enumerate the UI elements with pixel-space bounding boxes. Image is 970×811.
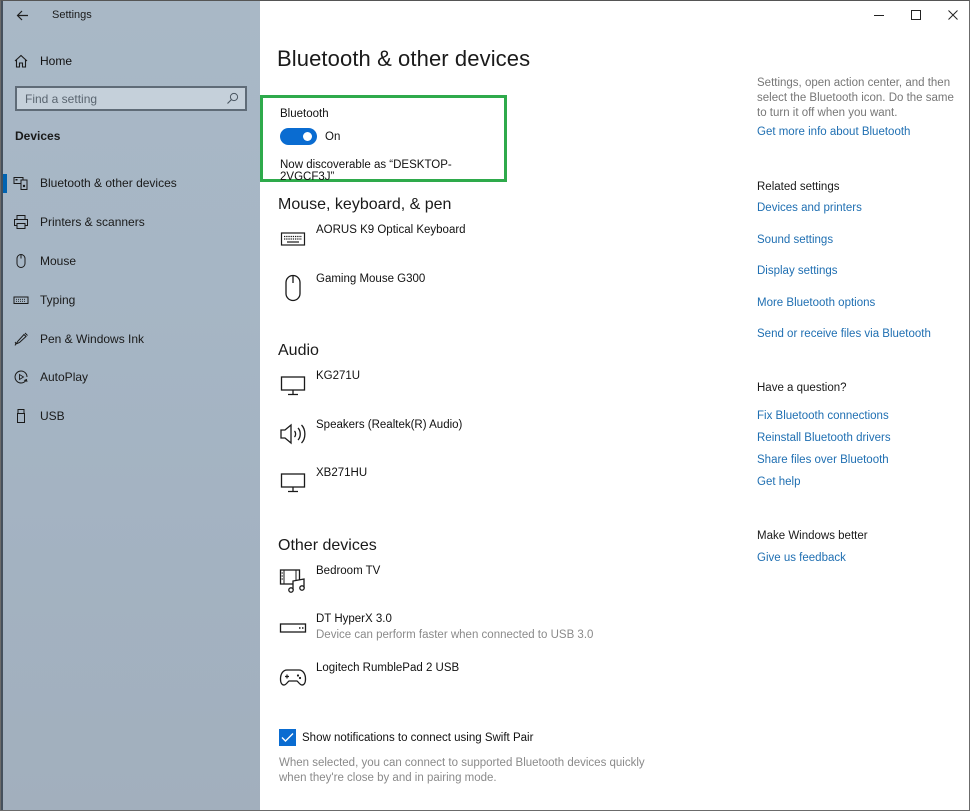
bluetooth-info-text: Settings, open action center, and then s… <box>757 77 954 119</box>
monitor-icon <box>279 370 307 400</box>
device-name: XB271HU <box>316 467 368 479</box>
sidebar-section-devices: Devices <box>15 129 61 143</box>
device-item[interactable]: XB271HU <box>278 467 678 507</box>
sidebar-item-mouse[interactable]: Mouse <box>1 242 260 281</box>
group-title-input-devices: Mouse, keyboard, & pen <box>278 196 452 213</box>
sidebar-item-label: Typing <box>40 292 76 307</box>
link-reinstall-drivers[interactable]: Reinstall Bluetooth drivers <box>757 432 891 444</box>
gamepad-icon <box>279 662 307 692</box>
link-send-receive-files[interactable]: Send or receive files via Bluetooth <box>757 328 931 340</box>
device-status: Device can perform faster when connected… <box>316 629 594 641</box>
bluetooth-label: Bluetooth <box>280 108 329 120</box>
device-name: DT HyperX 3.0 <box>316 613 392 625</box>
swift-pair-checkbox[interactable] <box>279 729 296 746</box>
link-share-files[interactable]: Share files over Bluetooth <box>757 454 889 466</box>
close-button[interactable] <box>934 1 969 29</box>
minimize-icon <box>873 15 884 16</box>
maximize-icon <box>910 10 921 20</box>
link-give-feedback[interactable]: Give us feedback <box>757 552 846 564</box>
link-display-settings[interactable]: Display settings <box>757 265 838 277</box>
link-devices-printers[interactable]: Devices and printers <box>757 202 862 214</box>
window-controls <box>860 1 969 31</box>
mouse-icon <box>279 273 307 303</box>
bluetooth-toggle-state: On <box>325 131 341 143</box>
group-title-other: Other devices <box>278 537 377 554</box>
device-name: KG271U <box>316 370 361 382</box>
printer-icon <box>13 214 29 230</box>
pen-icon <box>13 331 29 347</box>
sidebar-item-label: Printers & scanners <box>40 215 145 230</box>
speaker-icon <box>279 419 307 449</box>
bluetooth-toggle[interactable] <box>280 128 317 145</box>
discoverable-text: Now discoverable as “DESKTOP-2VGCF3J” <box>280 159 452 183</box>
sidebar-item-label: USB <box>40 409 65 424</box>
usb-drive-icon <box>279 613 307 643</box>
sidebar-item-usb[interactable]: USB <box>1 397 260 436</box>
sidebar-item-bluetooth[interactable]: Bluetooth & other devices <box>1 164 260 203</box>
link-fix-bluetooth[interactable]: Fix Bluetooth connections <box>757 410 889 422</box>
link-more-bluetooth-options[interactable]: More Bluetooth options <box>757 297 875 309</box>
keyboard-icon <box>279 224 307 254</box>
sidebar-item-label: Pen & Windows Ink <box>40 331 145 346</box>
related-settings-title: Related settings <box>757 181 840 193</box>
sidebar: Settings Home Find a setting Devices Blu… <box>1 1 260 810</box>
sidebar-item-autoplay[interactable]: AutoPlay <box>1 358 260 397</box>
device-item[interactable]: DT HyperX 3.0 Device can perform faster … <box>278 613 678 653</box>
device-item[interactable]: Gaming Mouse G300 <box>278 273 678 313</box>
usb-icon <box>13 408 29 424</box>
sidebar-nav: Bluetooth & other devices Printers & sca… <box>1 164 260 436</box>
media-device-icon <box>279 565 307 595</box>
device-item[interactable]: AORUS K9 Optical Keyboard <box>278 224 678 264</box>
back-arrow-icon <box>16 10 28 20</box>
sidebar-item-label: Mouse <box>40 253 77 268</box>
settings-window: Settings Home Find a setting Devices Blu… <box>0 0 970 811</box>
device-item[interactable]: Bedroom TV <box>278 565 678 605</box>
device-name: Bedroom TV <box>316 565 381 577</box>
sidebar-item-home[interactable]: Home <box>13 51 72 71</box>
monitor-icon <box>279 467 307 497</box>
link-more-info[interactable]: Get more info about Bluetooth <box>757 126 910 138</box>
mouse-icon <box>13 253 29 269</box>
search-input[interactable]: Find a setting <box>15 86 247 111</box>
home-label: Home <box>40 54 73 68</box>
main-content: Bluetooth & other devices Bluetooth On N… <box>260 1 969 810</box>
sidebar-item-printers[interactable]: Printers & scanners <box>1 203 260 242</box>
device-name: Gaming Mouse G300 <box>316 273 426 285</box>
device-item[interactable]: Logitech RumblePad 2 USB <box>278 662 678 702</box>
minimize-button[interactable] <box>860 1 897 29</box>
sidebar-item-pen[interactable]: Pen & Windows Ink <box>1 319 260 358</box>
bluetooth-devices-icon <box>13 175 29 191</box>
swift-pair-option[interactable]: Show notifications to connect using Swif… <box>279 729 533 746</box>
keyboard-icon <box>13 292 29 308</box>
device-item[interactable]: KG271U <box>278 370 678 410</box>
group-title-audio: Audio <box>278 342 319 359</box>
back-button[interactable] <box>11 5 33 25</box>
device-item[interactable]: Speakers (Realtek(R) Audio) <box>278 419 678 459</box>
device-name: Speakers (Realtek(R) Audio) <box>316 419 463 431</box>
search-placeholder: Find a setting <box>25 92 98 106</box>
close-icon <box>947 10 958 20</box>
check-icon <box>281 733 294 742</box>
home-icon <box>14 54 28 68</box>
link-get-help[interactable]: Get help <box>757 476 800 488</box>
page-title: Bluetooth & other devices <box>277 46 531 71</box>
sidebar-item-label: AutoPlay <box>40 370 89 385</box>
toggle-knob <box>303 132 312 141</box>
autoplay-icon <box>13 369 29 385</box>
app-title: Settings <box>52 9 92 21</box>
device-name: Logitech RumblePad 2 USB <box>316 662 460 674</box>
maximize-button[interactable] <box>897 1 934 29</box>
title-bar: Settings <box>1 1 260 31</box>
search-icon[interactable] <box>226 92 239 105</box>
link-sound-settings[interactable]: Sound settings <box>757 234 833 246</box>
device-name: AORUS K9 Optical Keyboard <box>316 224 466 236</box>
make-windows-better-title: Make Windows better <box>757 530 868 542</box>
swift-pair-label: Show notifications to connect using Swif… <box>302 731 534 744</box>
bluetooth-highlight-box: Bluetooth On Now discoverable as “DESKTO… <box>260 95 507 183</box>
sidebar-item-label: Bluetooth & other devices <box>40 176 177 191</box>
sidebar-item-typing[interactable]: Typing <box>1 280 260 319</box>
swift-pair-description: When selected, you can connect to suppor… <box>279 757 645 784</box>
question-title: Have a question? <box>757 382 847 394</box>
